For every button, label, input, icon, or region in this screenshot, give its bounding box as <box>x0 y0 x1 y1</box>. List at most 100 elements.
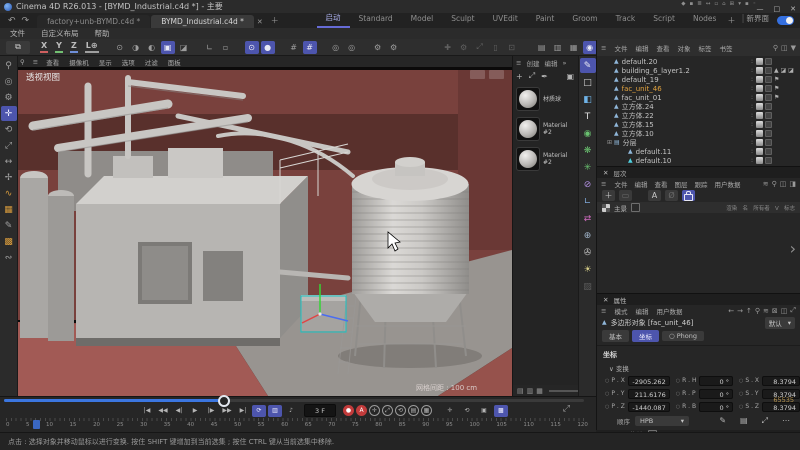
subdivision-surface-icon[interactable]: ◧ <box>580 92 596 107</box>
attribute-footer-icon[interactable]: ⤢ <box>762 416 768 426</box>
frame-rate-button[interactable]: ▥ <box>268 405 282 417</box>
deformer-icon[interactable]: ❋ <box>580 143 596 158</box>
object-name[interactable]: default.11 <box>636 148 672 156</box>
keyframe-dot-icon[interactable]: ○ <box>605 404 609 410</box>
keyframe-dot-icon[interactable]: ○ <box>605 391 609 397</box>
viewport-label[interactable]: 透视视图 <box>26 72 60 83</box>
viewport-menu-item[interactable]: 摄像机 <box>69 57 89 67</box>
paint-tool[interactable]: ▩ <box>1 234 17 249</box>
object-manager-tool-icon[interactable]: ▼ <box>791 44 796 52</box>
attributes-nav-icon[interactable]: ⤢ <box>790 306 796 315</box>
layout-toggle-icon[interactable]: ▥ <box>527 387 534 395</box>
document-tab[interactable]: factory+unb-BYMD.c4d * <box>37 15 150 28</box>
add-layer-button[interactable]: ＋ <box>602 190 615 201</box>
live-selection-tool[interactable]: ◎ <box>1 74 17 89</box>
layout-tab[interactable]: Sculpt <box>442 12 483 28</box>
axis-lock-button[interactable]: Z <box>70 41 78 53</box>
isolate-button[interactable]: ◑ <box>129 41 143 54</box>
viewport-solo-icon[interactable]: ⚲ <box>20 58 25 66</box>
keyframe-dot-icon[interactable]: ○ <box>676 404 680 410</box>
timeline-rotate-button[interactable]: ⟲ <box>460 405 474 417</box>
add-layout-icon[interactable]: ＋ <box>725 15 741 28</box>
attributes-menu-item[interactable]: 模式 <box>614 306 627 316</box>
material-item[interactable]: 材质球 <box>516 87 578 111</box>
layout-tab[interactable]: Standard <box>350 12 402 28</box>
material-name[interactable]: Material #2 <box>543 152 578 166</box>
axis-modify-tool[interactable]: ✢ <box>1 170 17 185</box>
object-name[interactable]: default_19 <box>622 76 659 84</box>
attributes-nav-icon[interactable]: ← <box>728 307 734 315</box>
lines-shading-button[interactable]: ◪ <box>177 41 191 54</box>
layers-menu-item[interactable]: 用户数据 <box>714 179 740 189</box>
scale-tool[interactable]: ⤢ <box>1 138 17 153</box>
workplane-button[interactable]: ∟ <box>203 41 217 54</box>
attributes-menu-item[interactable]: 编辑 <box>635 306 648 316</box>
viewport-menu-icon[interactable]: ≡ <box>33 58 38 66</box>
material-tag[interactable] <box>756 148 763 155</box>
material-tag[interactable] <box>756 76 763 83</box>
tray-icon[interactable]: ▾ <box>738 1 741 7</box>
object-menu-item[interactable]: 对象 <box>677 43 690 53</box>
key-parameter-toggle[interactable]: ▤ <box>408 405 419 416</box>
layers-close-icon[interactable]: ✕ <box>603 169 608 177</box>
transform-group-header[interactable]: ∨ 变换 <box>597 361 800 374</box>
current-frame-field[interactable]: 3 F <box>304 404 336 417</box>
material-thumbnail[interactable] <box>516 117 540 141</box>
object-row[interactable]: ⊞ ▲ fac_unit_46 : ⚑ <box>597 84 800 93</box>
material-scale-button[interactable]: ⤢ <box>529 71 535 81</box>
object-name[interactable]: building_6_layer1.2 <box>622 67 690 75</box>
generator-icon[interactable]: ◉ <box>580 126 596 141</box>
solo-column-toggle[interactable]: Ø <box>665 190 678 201</box>
layers-menu-item[interactable]: 查看 <box>654 179 667 189</box>
material-tag[interactable] <box>756 94 763 101</box>
material-menu-icon[interactable]: ≡ <box>516 59 521 67</box>
motext-icon[interactable]: T <box>580 109 596 124</box>
layers-tool-icon[interactable]: ⚲ <box>772 180 777 188</box>
prev-frame-button[interactable]: ◀| <box>172 405 186 417</box>
tool-options-button[interactable]: ⚙ <box>371 41 385 54</box>
preset-dropdown[interactable]: 默认 ▾ <box>765 317 795 329</box>
material-item[interactable]: Material #2 <box>516 117 578 141</box>
snap-button[interactable]: ⊙ <box>245 41 259 54</box>
disabled-settings-button[interactable]: ⚙ <box>457 41 471 54</box>
uvw-tag[interactable] <box>765 94 772 101</box>
extra-tags[interactable]: ⚑ <box>774 94 800 101</box>
object-name[interactable]: default.10 <box>636 157 672 165</box>
attributes-tab-label[interactable]: 属性 <box>613 295 626 305</box>
camera-icon[interactable]: ✇ <box>580 245 596 260</box>
object-manager-tool-icon[interactable]: ⚲ <box>773 44 778 52</box>
frame-ruler[interactable]: ♪ 05101520253035404550556065707580859095… <box>6 418 588 431</box>
layers-menu-item[interactable]: 编辑 <box>634 179 647 189</box>
eyedropper-button[interactable]: ✒ <box>541 72 548 81</box>
record-keyframe-button[interactable]: ● <box>343 405 354 416</box>
coord-input[interactable]: 8.3794 <box>762 376 800 386</box>
key-position-toggle[interactable]: ✛ <box>369 405 380 416</box>
close-tab-icon[interactable]: ✕ <box>255 18 269 28</box>
next-key-button[interactable]: ▶▶ <box>220 405 234 417</box>
coord-input[interactable]: -1440.087 <box>628 402 669 412</box>
timeline-move-button[interactable]: ✛ <box>443 405 457 417</box>
collapse-arrow-icon[interactable]: ∨ <box>609 365 614 373</box>
chevron-right-icon[interactable]: › <box>790 239 796 258</box>
layout-tab[interactable]: Model <box>402 12 443 28</box>
uvw-tag[interactable] <box>765 121 772 128</box>
volume-builder-tool[interactable]: ▦ <box>1 202 17 217</box>
object-row[interactable]: ⊞ ▲ default_19 : ⚑ <box>597 75 800 84</box>
lock-column-toggle[interactable] <box>682 190 695 201</box>
animation-column-toggle[interactable]: A <box>648 190 661 201</box>
object-menu-icon[interactable]: ≡ <box>601 44 606 52</box>
quantize-button[interactable]: ● <box>261 41 275 54</box>
layout-tab[interactable]: Groom <box>563 12 606 28</box>
field-icon[interactable]: ✳ <box>580 160 596 175</box>
menu-item[interactable]: 帮助 <box>95 28 110 39</box>
document-tab[interactable]: BYMD_Industrial.c4d * <box>151 15 254 28</box>
timeline-expand-icon[interactable]: ⤢ <box>563 404 570 414</box>
timeline-magnify-button[interactable]: ▩ <box>494 405 508 417</box>
layers-menu-item[interactable]: 跟踪 <box>694 179 707 189</box>
object-row[interactable]: ⊞ ▲ building_6_layer1.2 : ▲ ◪ ◪ <box>597 66 800 75</box>
object-menu-item[interactable]: 标签 <box>698 43 711 53</box>
new-material-button[interactable]: + <box>516 72 523 81</box>
spline-pen-tool[interactable]: ∿ <box>1 186 17 201</box>
menu-item[interactable]: 自定义布局 <box>41 28 79 39</box>
spline-pen-icon[interactable]: ✎ <box>580 58 596 73</box>
